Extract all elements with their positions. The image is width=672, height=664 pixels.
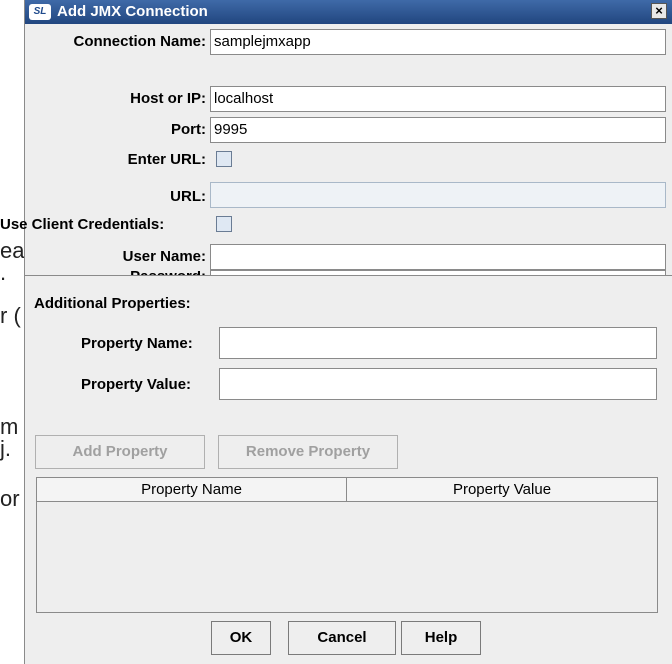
background-text: or: [0, 486, 20, 511]
connection-name-field[interactable]: samplejmxapp: [210, 29, 666, 55]
background-text: .: [0, 260, 7, 285]
port-label: Port:: [171, 121, 206, 138]
additional-properties-heading: Additional Properties:: [34, 295, 191, 312]
help-button[interactable]: Help: [401, 621, 481, 655]
use-client-credentials-label: Use Client Credentials:: [0, 216, 165, 233]
property-value-label: Property Value:: [81, 376, 192, 393]
title-bar[interactable]: SL Add JMX Connection ×: [25, 0, 672, 24]
remove-property-button[interactable]: Remove Property: [218, 435, 398, 469]
ok-button[interactable]: OK: [211, 621, 271, 655]
table-header-property-name[interactable]: Property Name: [37, 478, 347, 502]
add-property-button[interactable]: Add Property: [35, 435, 205, 469]
enter-url-label: Enter URL:: [127, 151, 206, 168]
use-client-credentials-checkbox[interactable]: [216, 216, 232, 232]
connection-name-label: Connection Name:: [73, 33, 206, 50]
background-text: j.: [0, 436, 11, 461]
properties-table[interactable]: Property Name Property Value: [36, 477, 658, 613]
port-field[interactable]: 9995: [210, 117, 666, 143]
dialog-title: Add JMX Connection: [57, 3, 208, 20]
property-name-field[interactable]: [219, 327, 657, 359]
host-label: Host or IP:: [130, 90, 206, 107]
app-logo-icon: SL: [29, 4, 51, 20]
table-header-property-value[interactable]: Property Value: [347, 478, 657, 502]
property-name-label: Property Name:: [81, 335, 193, 352]
property-value-field[interactable]: [219, 368, 657, 400]
background-text: r (: [0, 303, 21, 328]
url-field[interactable]: [210, 182, 666, 208]
user-name-label: User Name:: [122, 248, 206, 265]
host-field[interactable]: localhost: [210, 86, 666, 112]
cancel-button[interactable]: Cancel: [288, 621, 396, 655]
close-icon[interactable]: ×: [651, 3, 667, 19]
additional-properties-panel: Additional Properties: Property Name: Pr…: [24, 275, 672, 664]
enter-url-checkbox[interactable]: [216, 151, 232, 167]
user-name-field[interactable]: [210, 244, 666, 270]
url-label: URL:: [170, 188, 206, 205]
